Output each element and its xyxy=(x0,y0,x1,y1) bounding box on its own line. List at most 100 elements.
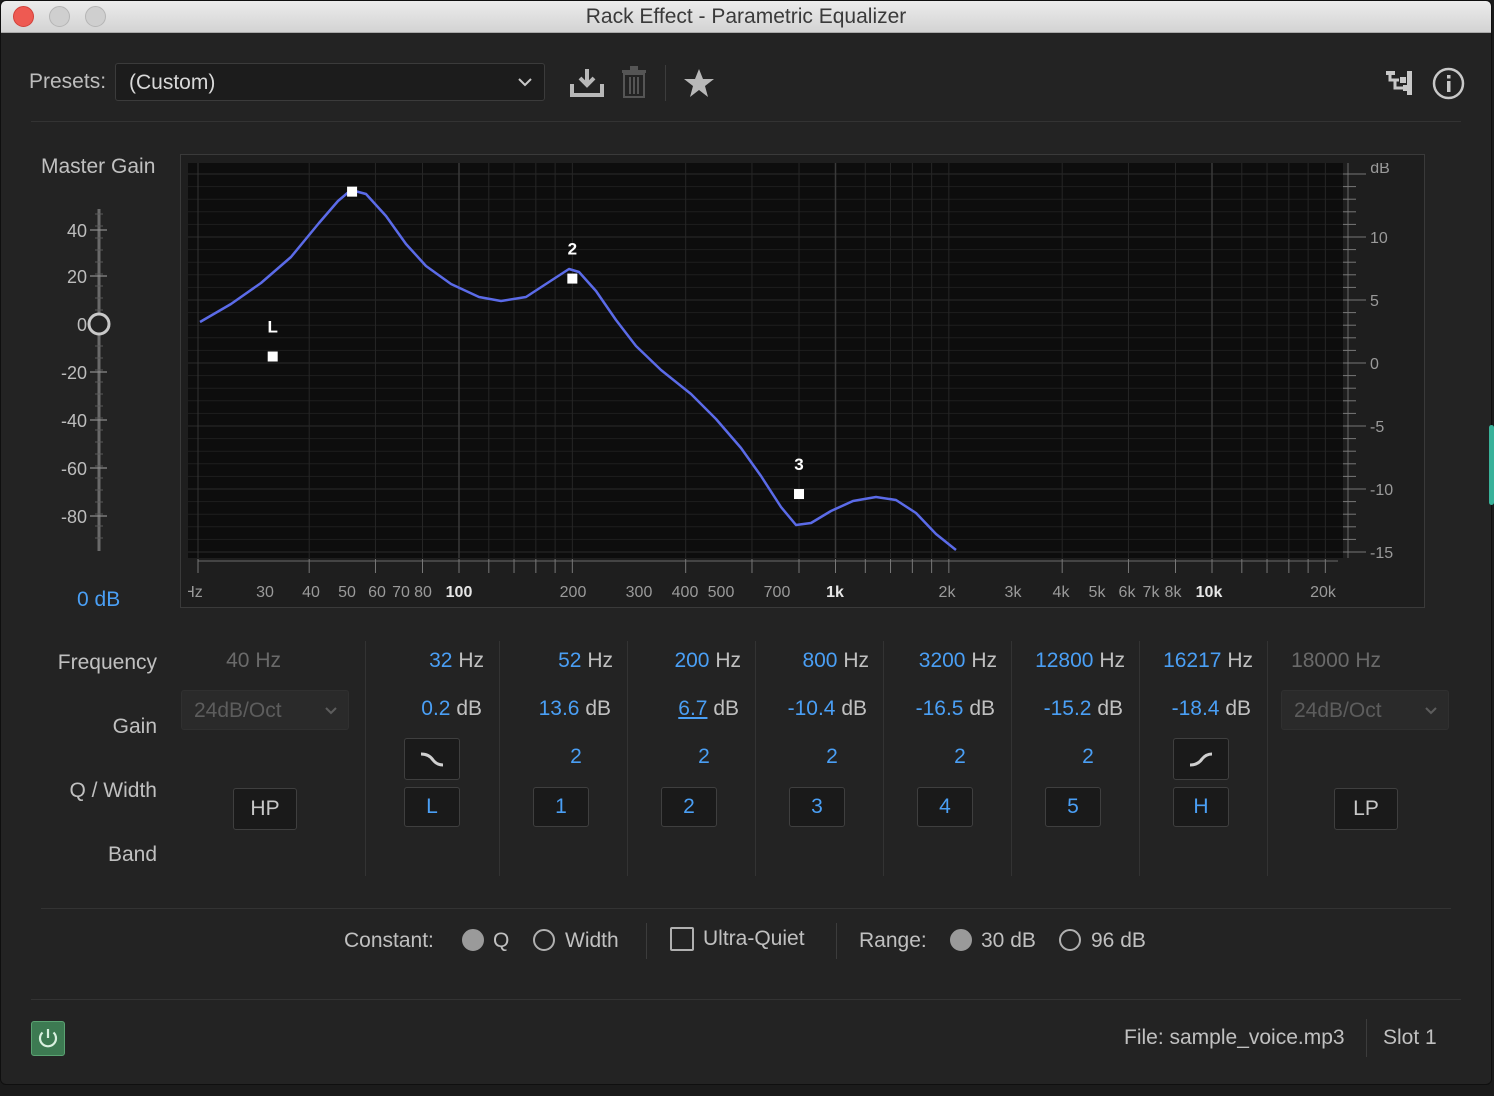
save-preset-icon[interactable] xyxy=(569,67,605,99)
range-96db-label[interactable]: 96 dB xyxy=(1091,929,1146,953)
band-gain[interactable]: -18.4 dB xyxy=(1121,697,1251,721)
master-gain-slider[interactable]: 40 20 0 -20 -40 -60 -80 xyxy=(51,206,121,556)
low-shelf-icon xyxy=(420,752,444,767)
freq-tick-label: 100 xyxy=(446,584,473,601)
column-separator xyxy=(755,641,756,876)
range-label: Range: xyxy=(859,929,927,952)
master-gain-label: Master Gain xyxy=(41,155,156,178)
ultra-quiet-checkbox[interactable] xyxy=(670,927,694,951)
file-name: File: sample_voice.mp3 xyxy=(1124,1026,1345,1049)
band-frequency[interactable]: 16217 Hz xyxy=(1133,649,1253,673)
divider xyxy=(31,999,1461,1000)
band-frequency[interactable]: 32 Hz xyxy=(364,649,484,673)
band-frequency[interactable]: 52 Hz xyxy=(493,649,613,673)
delete-preset-icon[interactable] xyxy=(621,65,647,99)
band-5-button[interactable]: 5 xyxy=(1045,787,1101,827)
band-gain[interactable]: 0.2 dB xyxy=(352,697,482,721)
constant-q-radio[interactable] xyxy=(462,929,484,951)
band-gain[interactable]: -16.5 dB xyxy=(865,697,995,721)
band-gain[interactable]: 6.7 dB xyxy=(609,697,739,721)
freq-tick-label: 80 xyxy=(414,584,432,601)
hp-slope-dropdown[interactable]: 24dB/Oct xyxy=(181,690,349,730)
column-separator xyxy=(1267,641,1268,876)
band-gain-value: -18.4 xyxy=(1171,697,1220,720)
chevron-down-icon xyxy=(518,78,532,87)
freq-tick-label: 40 xyxy=(302,584,320,601)
db-tick-label: 5 xyxy=(1370,293,1379,310)
db-unit: dB xyxy=(456,697,482,720)
band-q-value[interactable]: 2 xyxy=(802,745,862,769)
band-frequency[interactable]: 800 Hz xyxy=(749,649,869,673)
window-title: Rack Effect - Parametric Equalizer xyxy=(585,5,907,28)
db-unit: dB xyxy=(1097,697,1123,720)
freq-tick-label: 60 xyxy=(368,584,386,601)
presets-value: (Custom) xyxy=(129,71,216,94)
band-q-value[interactable]: 2 xyxy=(546,745,606,769)
band-gain-value: -15.2 xyxy=(1043,697,1092,720)
band-q-value[interactable]: 2 xyxy=(1058,745,1118,769)
band-h-button[interactable]: H xyxy=(1173,787,1229,827)
hp-frequency[interactable]: 40 Hz xyxy=(181,649,281,673)
band-l-button[interactable]: L xyxy=(404,787,460,827)
range-30db-label[interactable]: 30 dB xyxy=(981,929,1036,953)
chevron-down-icon xyxy=(1425,707,1437,715)
q-width-row-label: Q / Width xyxy=(69,779,157,802)
column-separator xyxy=(365,641,366,876)
lp-slope-dropdown[interactable]: 24dB/Oct xyxy=(1281,690,1449,730)
band-gain-value: -10.4 xyxy=(787,697,836,720)
low-shelf-button[interactable] xyxy=(404,738,460,780)
gain-tick-label: 40 xyxy=(67,221,87,241)
band-frequency[interactable]: 3200 Hz xyxy=(877,649,997,673)
band-gain[interactable]: -15.2 dB xyxy=(993,697,1123,721)
constant-width-label[interactable]: Width xyxy=(565,929,619,953)
band-handle[interactable] xyxy=(347,186,358,197)
band-gain-value: -16.5 xyxy=(915,697,964,720)
high-shelf-icon xyxy=(1189,752,1213,767)
db-axis-label: dB xyxy=(1370,163,1390,177)
band-handle[interactable] xyxy=(567,273,578,284)
favorite-star-icon[interactable] xyxy=(683,68,715,98)
band-gain[interactable]: -10.4 dB xyxy=(737,697,867,721)
power-button[interactable] xyxy=(31,1021,65,1056)
master-gain-knob[interactable] xyxy=(87,312,111,336)
chevron-down-icon xyxy=(325,707,337,715)
band-gain[interactable]: 13.6 dB xyxy=(481,697,611,721)
ultra-quiet-label[interactable]: Ultra-Quiet xyxy=(703,927,805,951)
presets-dropdown[interactable]: (Custom) xyxy=(115,63,545,101)
band-q-value[interactable]: 2 xyxy=(674,745,734,769)
constant-width-radio[interactable] xyxy=(533,929,555,951)
eq-graph[interactable]: Hz3040506070801002003004005007001k2k3k4k… xyxy=(188,163,1418,603)
title-bar: Rack Effect - Parametric Equalizer xyxy=(1,1,1491,33)
band-handle[interactable] xyxy=(267,351,278,362)
hz-unit: Hz xyxy=(843,649,869,672)
db-unit: dB xyxy=(1225,697,1251,720)
db-tick-label: 10 xyxy=(1370,230,1388,247)
band-handle[interactable] xyxy=(794,489,805,500)
band-row-label: Band xyxy=(107,843,157,866)
info-icon[interactable] xyxy=(1432,67,1465,100)
db-tick-label: 0 xyxy=(1370,356,1379,373)
freq-tick-label: Hz xyxy=(188,584,203,601)
hp-band-button[interactable]: HP xyxy=(233,788,297,830)
freq-tick-label: 10k xyxy=(1196,584,1223,601)
routing-icon[interactable] xyxy=(1385,70,1413,96)
band-frequency[interactable]: 12800 Hz xyxy=(1005,649,1125,673)
band-4-button[interactable]: 4 xyxy=(917,787,973,827)
lp-band-button[interactable]: LP xyxy=(1334,788,1398,830)
band-gain-value: 6.7 xyxy=(678,697,708,720)
db-tick-label: -10 xyxy=(1370,482,1393,499)
lp-frequency[interactable]: 18000 Hz xyxy=(1281,649,1381,673)
band-frequency-value: 12800 xyxy=(1035,649,1094,672)
band-q-value[interactable]: 2 xyxy=(930,745,990,769)
band-frequency-value: 32 xyxy=(429,649,453,672)
freq-tick-label: 30 xyxy=(256,584,274,601)
master-gain-value[interactable]: 0 dB xyxy=(77,588,120,612)
band-frequency[interactable]: 200 Hz xyxy=(621,649,741,673)
range-96db-radio[interactable] xyxy=(1059,929,1081,951)
constant-q-label[interactable]: Q xyxy=(493,929,509,953)
band-2-button[interactable]: 2 xyxy=(661,787,717,827)
range-30db-radio[interactable] xyxy=(950,929,972,951)
high-shelf-button[interactable] xyxy=(1173,738,1229,780)
band-3-button[interactable]: 3 xyxy=(789,787,845,827)
band-1-button[interactable]: 1 xyxy=(533,787,589,827)
